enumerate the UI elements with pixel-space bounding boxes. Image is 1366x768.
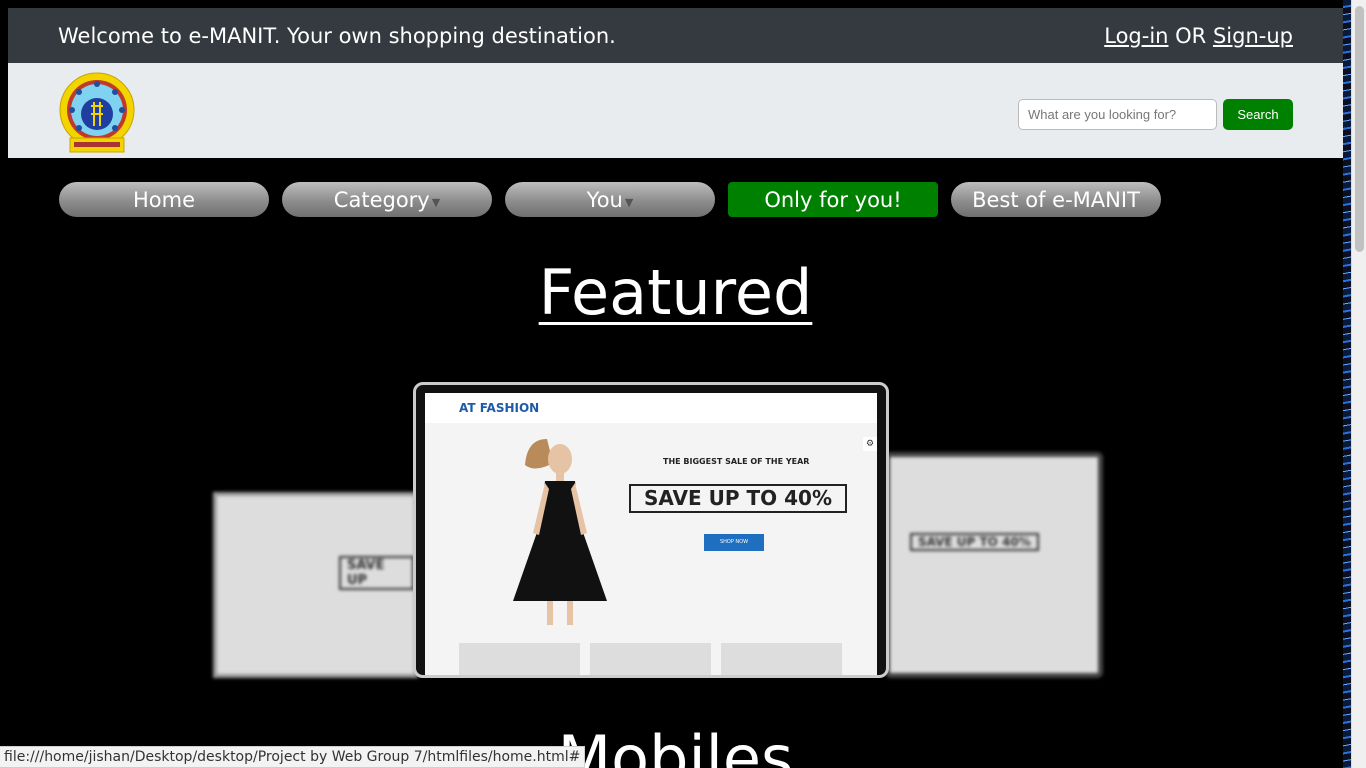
signup-link[interactable]: Sign-up [1213,24,1293,48]
featured-banner-image[interactable]: SAVE UP SAVE UP TO 40% AT FASHION ⚙ THE … [213,382,1103,678]
monitor-screen: AT FASHION ⚙ THE BIGGEST SALE OF THE YEA… [425,393,877,675]
chevron-down-icon: ▼ [431,196,441,209]
tablet-mockup: SAVE UP [213,492,418,678]
login-link[interactable]: Log-in [1104,24,1168,48]
nav-category-button[interactable]: Category ▼ [282,182,492,217]
gear-icon: ⚙ [863,437,877,451]
welcome-text: Welcome to e-MANIT. Your own shopping de… [58,23,616,48]
auth-or-text: OR [1175,23,1207,48]
chevron-down-icon: ▼ [624,196,634,209]
featured-heading: Featured [538,256,813,329]
laptop-mockup: SAVE UP TO 40% [885,452,1103,678]
preview-thumbnail [721,643,842,675]
search-button[interactable]: Search [1223,99,1293,130]
nav-category-label: Category [333,187,430,212]
model-dress-image [513,439,607,625]
preview-sale-headline: SAVE UP TO 40% [629,484,847,513]
nav-home-label: Home [132,187,195,212]
site-header: Search [8,63,1343,158]
nav-you-label: You [586,187,623,212]
nav-only-for-you-label: Only for you! [764,187,902,212]
laptop-sale-text: SAVE UP TO 40% [910,533,1039,551]
vertical-scrollbar[interactable] [1351,0,1366,768]
browser-status-bar: file:///home/jishan/Desktop/desktop/Proj… [0,746,586,768]
nav-you-button[interactable]: You ▼ [505,182,715,217]
preview-shop-now: SHOP NOW [704,534,764,551]
preview-thumbnail [590,643,711,675]
preview-site-nav: AT FASHION [425,393,877,423]
preview-thumbnails [459,643,842,675]
nav-home-button[interactable]: Home [59,182,269,217]
preview-thumbnail [459,643,580,675]
scrollbar-thumb[interactable] [1355,6,1364,252]
nav-best-of-label: Best of e-MANIT [972,187,1140,212]
monitor-mockup: AT FASHION ⚙ THE BIGGEST SALE OF THE YEA… [413,382,889,678]
search-input[interactable] [1018,99,1217,130]
top-bar: Welcome to e-MANIT. Your own shopping de… [8,8,1343,63]
preview-brand: AT FASHION [459,401,540,415]
nav-only-for-you-button[interactable]: Only for you! [728,182,938,217]
tablet-sale-text: SAVE UP [339,556,414,590]
page-edge-decoration [1343,0,1351,768]
manit-logo-icon[interactable] [58,72,136,154]
auth-links: Log-in OR Sign-up [1104,24,1293,48]
preview-sale-subtitle: THE BIGGEST SALE OF THE YEAR [663,457,810,466]
nav-best-of-button[interactable]: Best of e-MANIT [951,182,1161,217]
